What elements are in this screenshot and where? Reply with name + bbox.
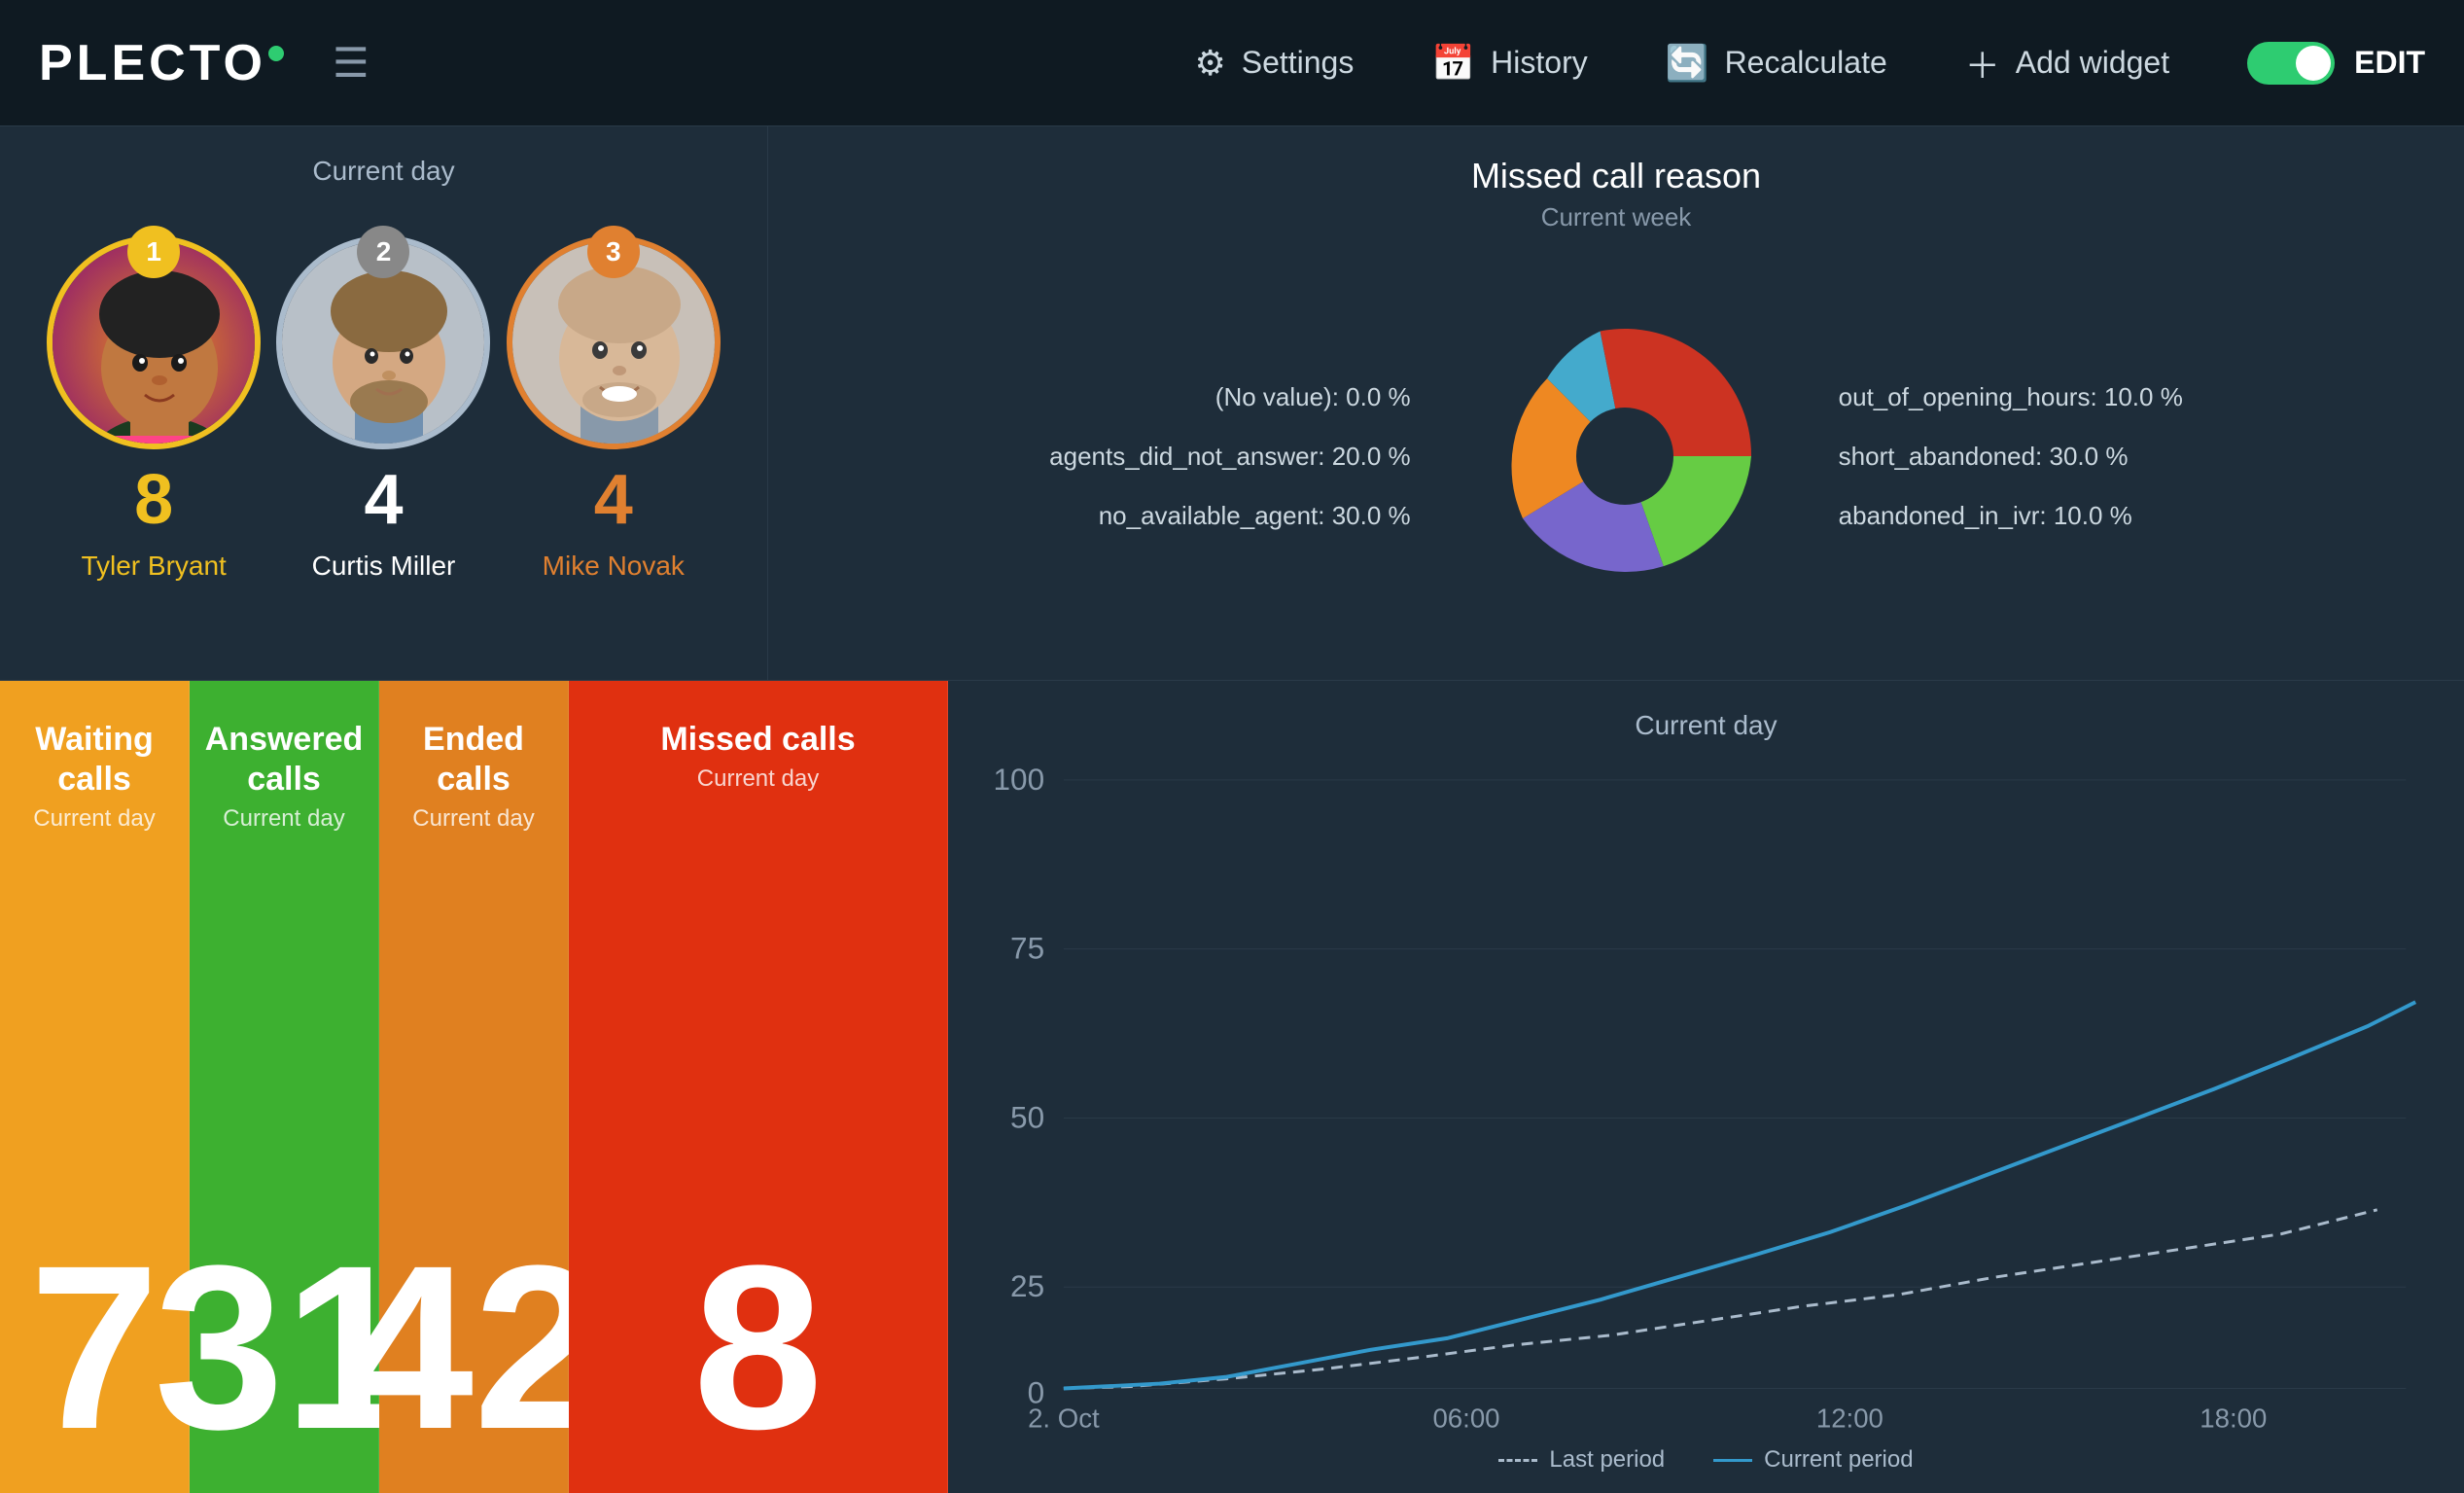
pie-panel: Missed call reason Current week (No valu… bbox=[768, 126, 2464, 681]
missed-calls-value: 8 bbox=[693, 1230, 823, 1464]
rank-badge-2: 2 bbox=[357, 226, 409, 278]
line-chart-svg: 100 75 50 25 0 2. Oct 06:00 12:00 18:00 bbox=[987, 761, 2425, 1437]
pie-labels-right: out_of_opening_hours: 10.0 % short_aband… bbox=[1839, 382, 2183, 531]
pie-label-agents-not-answer: agents_did_not_answer: 20.0 % bbox=[1049, 442, 1411, 472]
header-nav: ⚙ Settings 📅 History 🔄 Recalculate ＋ Add… bbox=[1194, 38, 2425, 89]
menu-icon[interactable]: ☰ bbox=[333, 39, 370, 87]
agent-3: 3 bbox=[507, 235, 721, 582]
ended-calls-subtitle: Current day bbox=[412, 805, 534, 833]
edit-label: EDIT bbox=[2354, 45, 2425, 81]
svg-text:25: 25 bbox=[1010, 1268, 1044, 1303]
pie-title: Missed call reason bbox=[807, 156, 2425, 196]
header: PLECTO ☰ ⚙ Settings 📅 History 🔄 Recalcul… bbox=[0, 0, 2464, 126]
legend-current-period: Current period bbox=[1713, 1446, 1913, 1474]
pie-label-no-value: (No value): 0.0 % bbox=[1215, 382, 1411, 412]
edit-section: EDIT bbox=[2247, 42, 2425, 85]
toggle-knob bbox=[2296, 46, 2331, 81]
missed-calls-title: Missed calls bbox=[660, 720, 855, 760]
history-nav-item[interactable]: 📅 History bbox=[1431, 43, 1587, 84]
leaderboard-title: Current day bbox=[39, 156, 728, 187]
agent-3-score: 4 bbox=[594, 465, 633, 535]
add-widget-label: Add widget bbox=[2016, 45, 2169, 81]
waiting-calls-value: 7 bbox=[29, 1230, 158, 1464]
waiting-calls-subtitle: Current day bbox=[33, 805, 155, 833]
add-widget-nav-item[interactable]: ＋ Add widget bbox=[1965, 38, 2169, 89]
ended-calls-value: 42 bbox=[344, 1230, 604, 1464]
add-widget-icon: ＋ bbox=[1965, 38, 2000, 89]
svg-text:2. Oct: 2. Oct bbox=[1028, 1403, 1100, 1433]
agent-3-avatar: 3 bbox=[507, 235, 721, 449]
pie-content: (No value): 0.0 % agents_did_not_answer:… bbox=[807, 262, 2425, 651]
leaderboard-panel: Current day 1 bbox=[0, 126, 768, 681]
agents-row: 1 bbox=[39, 216, 728, 582]
agent-1-avatar: 1 bbox=[47, 235, 261, 449]
missed-calls-card: Missed calls Current day 8 bbox=[569, 681, 948, 1493]
chart-area: 100 75 50 25 0 2. Oct 06:00 12:00 18:00 bbox=[987, 761, 2425, 1437]
svg-text:12:00: 12:00 bbox=[1816, 1403, 1883, 1433]
agent-1: 1 bbox=[47, 235, 261, 582]
logo-dot bbox=[268, 46, 284, 61]
chart-title: Current day bbox=[987, 710, 2425, 741]
ended-calls-card: Ended calls Current day 42 bbox=[379, 681, 569, 1493]
svg-text:75: 75 bbox=[1010, 930, 1044, 965]
legend-last-period-label: Last period bbox=[1549, 1446, 1665, 1474]
answered-calls-title: Answered calls bbox=[205, 720, 364, 800]
pie-label-out-of-opening: out_of_opening_hours: 10.0 % bbox=[1839, 382, 2183, 412]
legend-last-period: Last period bbox=[1498, 1446, 1665, 1474]
pie-subtitle: Current week bbox=[807, 202, 2425, 232]
svg-text:100: 100 bbox=[994, 762, 1045, 797]
agent-2-score: 4 bbox=[364, 465, 403, 535]
rank-badge-3: 3 bbox=[587, 226, 640, 278]
missed-calls-subtitle: Current day bbox=[697, 765, 819, 793]
settings-label: Settings bbox=[1242, 45, 1355, 81]
svg-text:18:00: 18:00 bbox=[2200, 1403, 2267, 1433]
recalculate-icon: 🔄 bbox=[1666, 43, 1709, 84]
chart-panel: Current day 100 75 50 25 0 2. Oct bbox=[948, 681, 2464, 1493]
legend-current-period-label: Current period bbox=[1764, 1446, 1913, 1474]
ended-calls-title: Ended calls bbox=[399, 720, 548, 800]
pie-label-abandoned-ivr: abandoned_in_ivr: 10.0 % bbox=[1839, 501, 2132, 531]
pie-label-no-available: no_available_agent: 30.0 % bbox=[1099, 501, 1411, 531]
history-icon: 📅 bbox=[1431, 43, 1475, 84]
recalculate-label: Recalculate bbox=[1725, 45, 1887, 81]
pie-label-short-abandoned: short_abandoned: 30.0 % bbox=[1839, 442, 2129, 472]
agent-2: 2 bbox=[276, 235, 490, 582]
settings-nav-item[interactable]: ⚙ Settings bbox=[1194, 43, 1354, 84]
svg-text:50: 50 bbox=[1010, 1099, 1044, 1134]
last-period-line-icon bbox=[1498, 1459, 1537, 1462]
recalculate-nav-item[interactable]: 🔄 Recalculate bbox=[1666, 43, 1887, 84]
rank-badge-1: 1 bbox=[127, 226, 180, 278]
logo: PLECTO bbox=[39, 34, 284, 92]
agent-2-name: Curtis Miller bbox=[312, 551, 456, 582]
pie-labels-left: (No value): 0.0 % agents_did_not_answer:… bbox=[1049, 382, 1411, 531]
agent-2-avatar: 2 bbox=[276, 235, 490, 449]
edit-toggle[interactable] bbox=[2247, 42, 2335, 85]
chart-legend: Last period Current period bbox=[987, 1446, 2425, 1474]
agent-1-name: Tyler Bryant bbox=[81, 551, 226, 582]
settings-icon: ⚙ bbox=[1194, 43, 1225, 84]
bottom-row: Waiting calls Current day 7 Answered cal… bbox=[0, 681, 2464, 1493]
main-content: Current day 1 bbox=[0, 126, 2464, 1412]
answered-calls-subtitle: Current day bbox=[223, 805, 344, 833]
agent-3-name: Mike Novak bbox=[543, 551, 685, 582]
waiting-calls-title: Waiting calls bbox=[19, 720, 169, 800]
history-label: History bbox=[1491, 45, 1588, 81]
current-period-line-icon bbox=[1713, 1459, 1752, 1462]
agent-1-score: 8 bbox=[134, 465, 173, 535]
svg-text:06:00: 06:00 bbox=[1432, 1403, 1499, 1433]
top-row: Current day 1 bbox=[0, 126, 2464, 681]
pie-chart-svg bbox=[1469, 301, 1780, 612]
